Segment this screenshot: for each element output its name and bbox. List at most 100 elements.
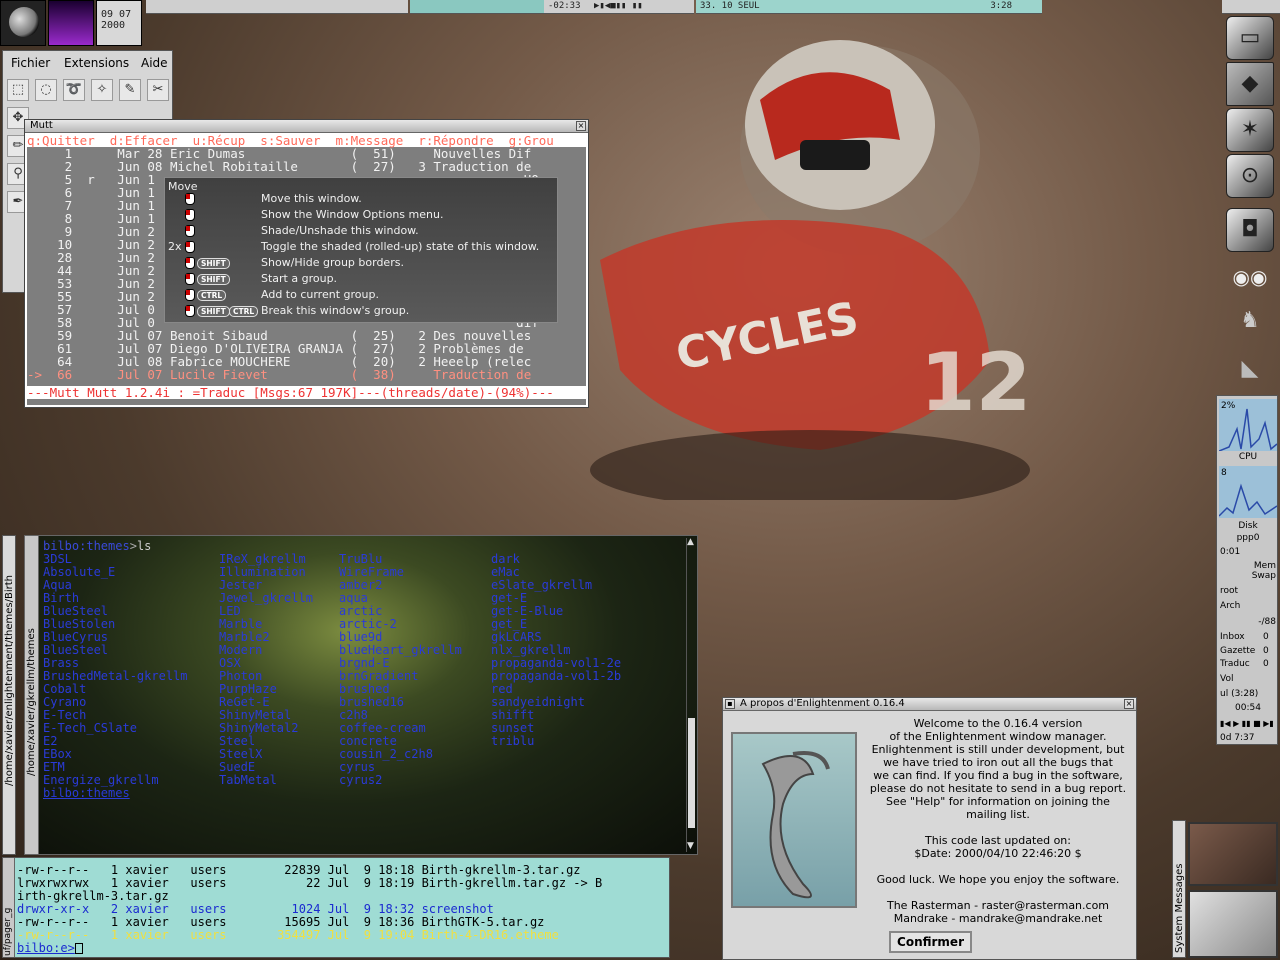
terminal-last-prompt: bilbo:themes — [43, 786, 130, 800]
mouse-button-icon — [185, 193, 195, 205]
enlightenment-logo — [731, 732, 857, 908]
magic-wand-tool-icon[interactable]: ✧ — [91, 79, 113, 101]
star-gear-icon[interactable]: ✶ — [1226, 108, 1274, 152]
about-text-line: Enlightenment is still under development… — [871, 743, 1125, 756]
about-text-line: Good luck. We hope you enjoy the softwar… — [876, 873, 1120, 886]
lasso-tool-icon[interactable]: ➰ — [63, 79, 85, 101]
about-text-line: please do not hesitate to send in a bug … — [869, 782, 1127, 795]
media-controls[interactable]: ▶▮◀■▮▮ ▮▮ — [586, 1, 643, 11]
terminal-scrollbar[interactable]: ▲ ▼ — [686, 538, 695, 852]
menu-item[interactable]: Add to current group. — [261, 288, 379, 301]
mouse-button-icon — [185, 257, 195, 269]
thumbnail-desktop-2[interactable] — [1188, 890, 1278, 958]
menu-item[interactable]: Break this window's group. — [261, 304, 409, 317]
ls-prompt: bilbo:e> — [3, 942, 669, 955]
thumbnail-desktop-1[interactable] — [1188, 822, 1278, 886]
mutt-titlebar[interactable]: Mutt × — [25, 120, 588, 133]
terminal-launcher-icon[interactable]: ▭ — [1226, 16, 1274, 60]
confirm-button[interactable]: Confirmer — [889, 931, 972, 953]
about-text-line: we can find. If you find a bug in the so… — [873, 769, 1123, 782]
terminal-inner-tab[interactable]: /home/xavier/gkrellm/themes — [25, 536, 39, 854]
about-dialog: ▪ A propos d'Enlightenment 0.16.4 × Welc… — [722, 697, 1137, 960]
computer-icon[interactable]: ⊙ — [1226, 154, 1274, 198]
track-info: ul (3:28) — [1220, 689, 1259, 699]
media-time: -02:33 — [548, 1, 581, 11]
mutt-message-row[interactable]: -> 66 Jul 07 Lucile Fievet ( 38) Traduct… — [27, 368, 586, 381]
paper-icon[interactable]: ◣ — [1226, 348, 1274, 392]
menu-title: Move — [168, 180, 198, 193]
about-text-line: Mandrake - mandrake@mandrake.net — [893, 912, 1103, 925]
pager-desktop-2[interactable] — [48, 0, 94, 46]
status-bar: 33. 10 SEUL 3:28 — [696, 0, 1042, 14]
multiplier-label: 2x — [168, 240, 182, 253]
speaker-icon[interactable]: ◘ — [1226, 208, 1274, 252]
about-text-line: Welcome to the 0.16.4 version — [913, 717, 1083, 730]
menu-item[interactable]: Shade/Unshade this window. — [261, 224, 419, 237]
wallpaper-rider: CYCLES 12 — [590, 40, 1031, 500]
desk-bar-2[interactable] — [410, 0, 544, 14]
themes-terminal[interactable]: /home/xavier/gkrellm/themes bilbo:themes… — [24, 535, 698, 855]
ctrl-key-icon: CTRL — [197, 290, 227, 301]
menu-aide[interactable]: Aide — [141, 56, 168, 70]
menu-icon[interactable]: ▪ — [725, 699, 735, 709]
mouse-button-icon — [185, 225, 195, 237]
volume-slider[interactable]: Vol — [1220, 674, 1276, 686]
ls-column-1: 3DSL Absolute_E Aqua Birth BlueSteel Blu… — [43, 552, 188, 787]
about-text-line: we have tried to iron out all the bugs t… — [883, 756, 1113, 769]
system-messages-tab[interactable]: System Messages — [1172, 820, 1186, 958]
mailbox-traduc-count: 0 — [1263, 659, 1269, 669]
menu-item[interactable]: Show/Hide group borders. — [261, 256, 404, 269]
ls-side-label: uf/pager_g — [3, 907, 13, 956]
mailbox-inbox-count: 0 — [1263, 632, 1269, 642]
about-text-line: This code last updated on: — [925, 834, 1071, 847]
svg-text:12: 12 — [920, 336, 1031, 429]
disk-label: Disk — [1238, 521, 1258, 531]
fs-arch[interactable]: Arch — [1220, 601, 1276, 613]
close-icon[interactable]: × — [576, 121, 586, 131]
shift-key-icon: SHIFT — [197, 274, 230, 285]
menu-item[interactable]: Move this window. — [261, 192, 362, 205]
mouse-button-icon — [185, 305, 195, 317]
about-text-line: The Rasterman - raster@rasterman.com — [886, 899, 1110, 912]
terminal-side-tab[interactable]: /home/xavier/enlightenment/themes/Birth — [2, 535, 16, 855]
net-time: 0:01 — [1220, 547, 1241, 557]
ctrl-key-icon: CTRL — [229, 306, 259, 317]
media-bar[interactable]: -02:33 ▶▮◀■▮▮ ▮▮ — [544, 0, 694, 14]
ls-side-tab[interactable]: uf/pager_g — [3, 858, 15, 957]
menu-item[interactable]: Start a group. — [261, 272, 337, 285]
mouse-button-icon — [185, 241, 195, 253]
player-controls[interactable]: ▮◀ ▶ ▮▮ ■ ▶▮ ⏏ — [1220, 718, 1276, 730]
about-text-line: See "Help" for information on joining th… — [886, 795, 1110, 808]
about-text-line: $Date: 2000/04/10 22:46:20 $ — [914, 847, 1082, 860]
ls-column-2: IReX_gkrellm Illumination Jester Jewel_g… — [219, 552, 313, 787]
pager-moon[interactable] — [0, 0, 46, 46]
ls-terminal[interactable]: uf/pager_g -rw-r--r-- 1 xavier users 228… — [2, 857, 670, 958]
fs-root[interactable]: root — [1220, 586, 1276, 598]
bezier-tool-icon[interactable]: ✎ — [119, 79, 141, 101]
desk-bar-right[interactable] — [1222, 0, 1280, 14]
eyes-icon[interactable]: ◉◉ — [1226, 256, 1274, 300]
mouse-button-icon — [185, 209, 195, 221]
status-right: 3:28 — [990, 1, 1012, 11]
disk-graph: 8 — [1219, 466, 1277, 518]
menu-extensions[interactable]: Extensions — [64, 56, 129, 70]
status-mid: 33. 10 SEUL — [700, 1, 760, 11]
close-icon[interactable]: × — [1124, 699, 1134, 709]
menu-item[interactable]: Show the Window Options menu. — [261, 208, 443, 221]
net-label: ppp0 — [1236, 533, 1260, 543]
rect-select-tool-icon[interactable]: ⬚ — [7, 79, 29, 101]
desk-bar-1[interactable] — [146, 0, 408, 14]
menu-fichier[interactable]: Fichier — [11, 56, 50, 70]
cpu-graph: 2% — [1219, 399, 1277, 451]
gimp-wilber-icon[interactable]: ♞ — [1226, 300, 1274, 344]
mutt-status-line: ---Mutt Mutt 1.2.4i : =Traduc [Msgs:67 1… — [27, 386, 586, 399]
clock-applet: 09 07 2000 — [96, 0, 142, 46]
crystal-icon[interactable]: ◆ — [1226, 62, 1274, 106]
scissors-tool-icon[interactable]: ✂ — [147, 79, 169, 101]
about-titlebar[interactable]: ▪ A propos d'Enlightenment 0.16.4 × — [723, 698, 1136, 711]
menu-item[interactable]: Toggle the shaded (rolled-up) state of t… — [261, 240, 539, 253]
about-text-line: mailing list. — [966, 808, 1030, 821]
ellipse-select-tool-icon[interactable]: ◌ — [35, 79, 57, 101]
gkrellm-monitor: 2% CPU 8 Disk ppp0 0:01 Mem Swap root Ar… — [1216, 395, 1278, 745]
ls-column-4: dark eMac eSlate_gkrellm get-E get-E-Blu… — [491, 552, 622, 748]
